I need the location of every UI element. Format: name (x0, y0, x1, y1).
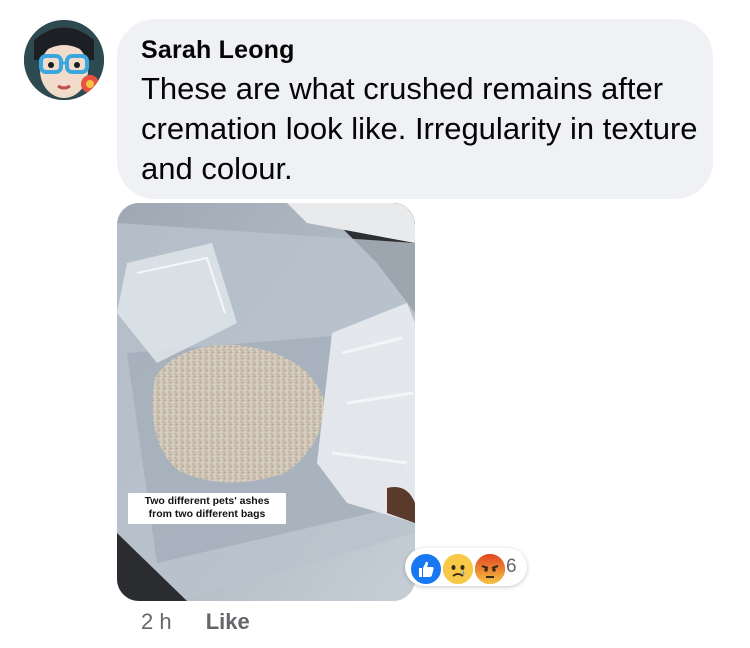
avatar-illustration (24, 20, 104, 100)
photo-caption-line1: Two different pets' ashes (144, 495, 270, 507)
comment-text: These are what crushed remains after cre… (141, 71, 698, 186)
comment-author[interactable]: Sarah Leong (141, 33, 689, 67)
photo-image (117, 203, 415, 601)
like-icon (409, 552, 443, 586)
like-button[interactable]: Like (206, 609, 250, 634)
photo-caption: Two different pets' ashes from two diffe… (128, 493, 286, 524)
reaction-count: 6 (506, 556, 517, 577)
avatar[interactable] (24, 20, 104, 100)
comment-photo[interactable]: Two different pets' ashes from two diffe… (117, 203, 415, 601)
sad-icon (441, 552, 475, 586)
comment-footer: 2 h Like (141, 609, 250, 635)
comment-bubble: Sarah Leong These are what crushed remai… (117, 19, 713, 199)
angry-icon (473, 552, 507, 586)
photo-caption-line2: from two different bags (148, 508, 266, 520)
reactions-summary[interactable]: 6 (405, 548, 527, 586)
comment-timestamp[interactable]: 2 h (141, 609, 172, 634)
